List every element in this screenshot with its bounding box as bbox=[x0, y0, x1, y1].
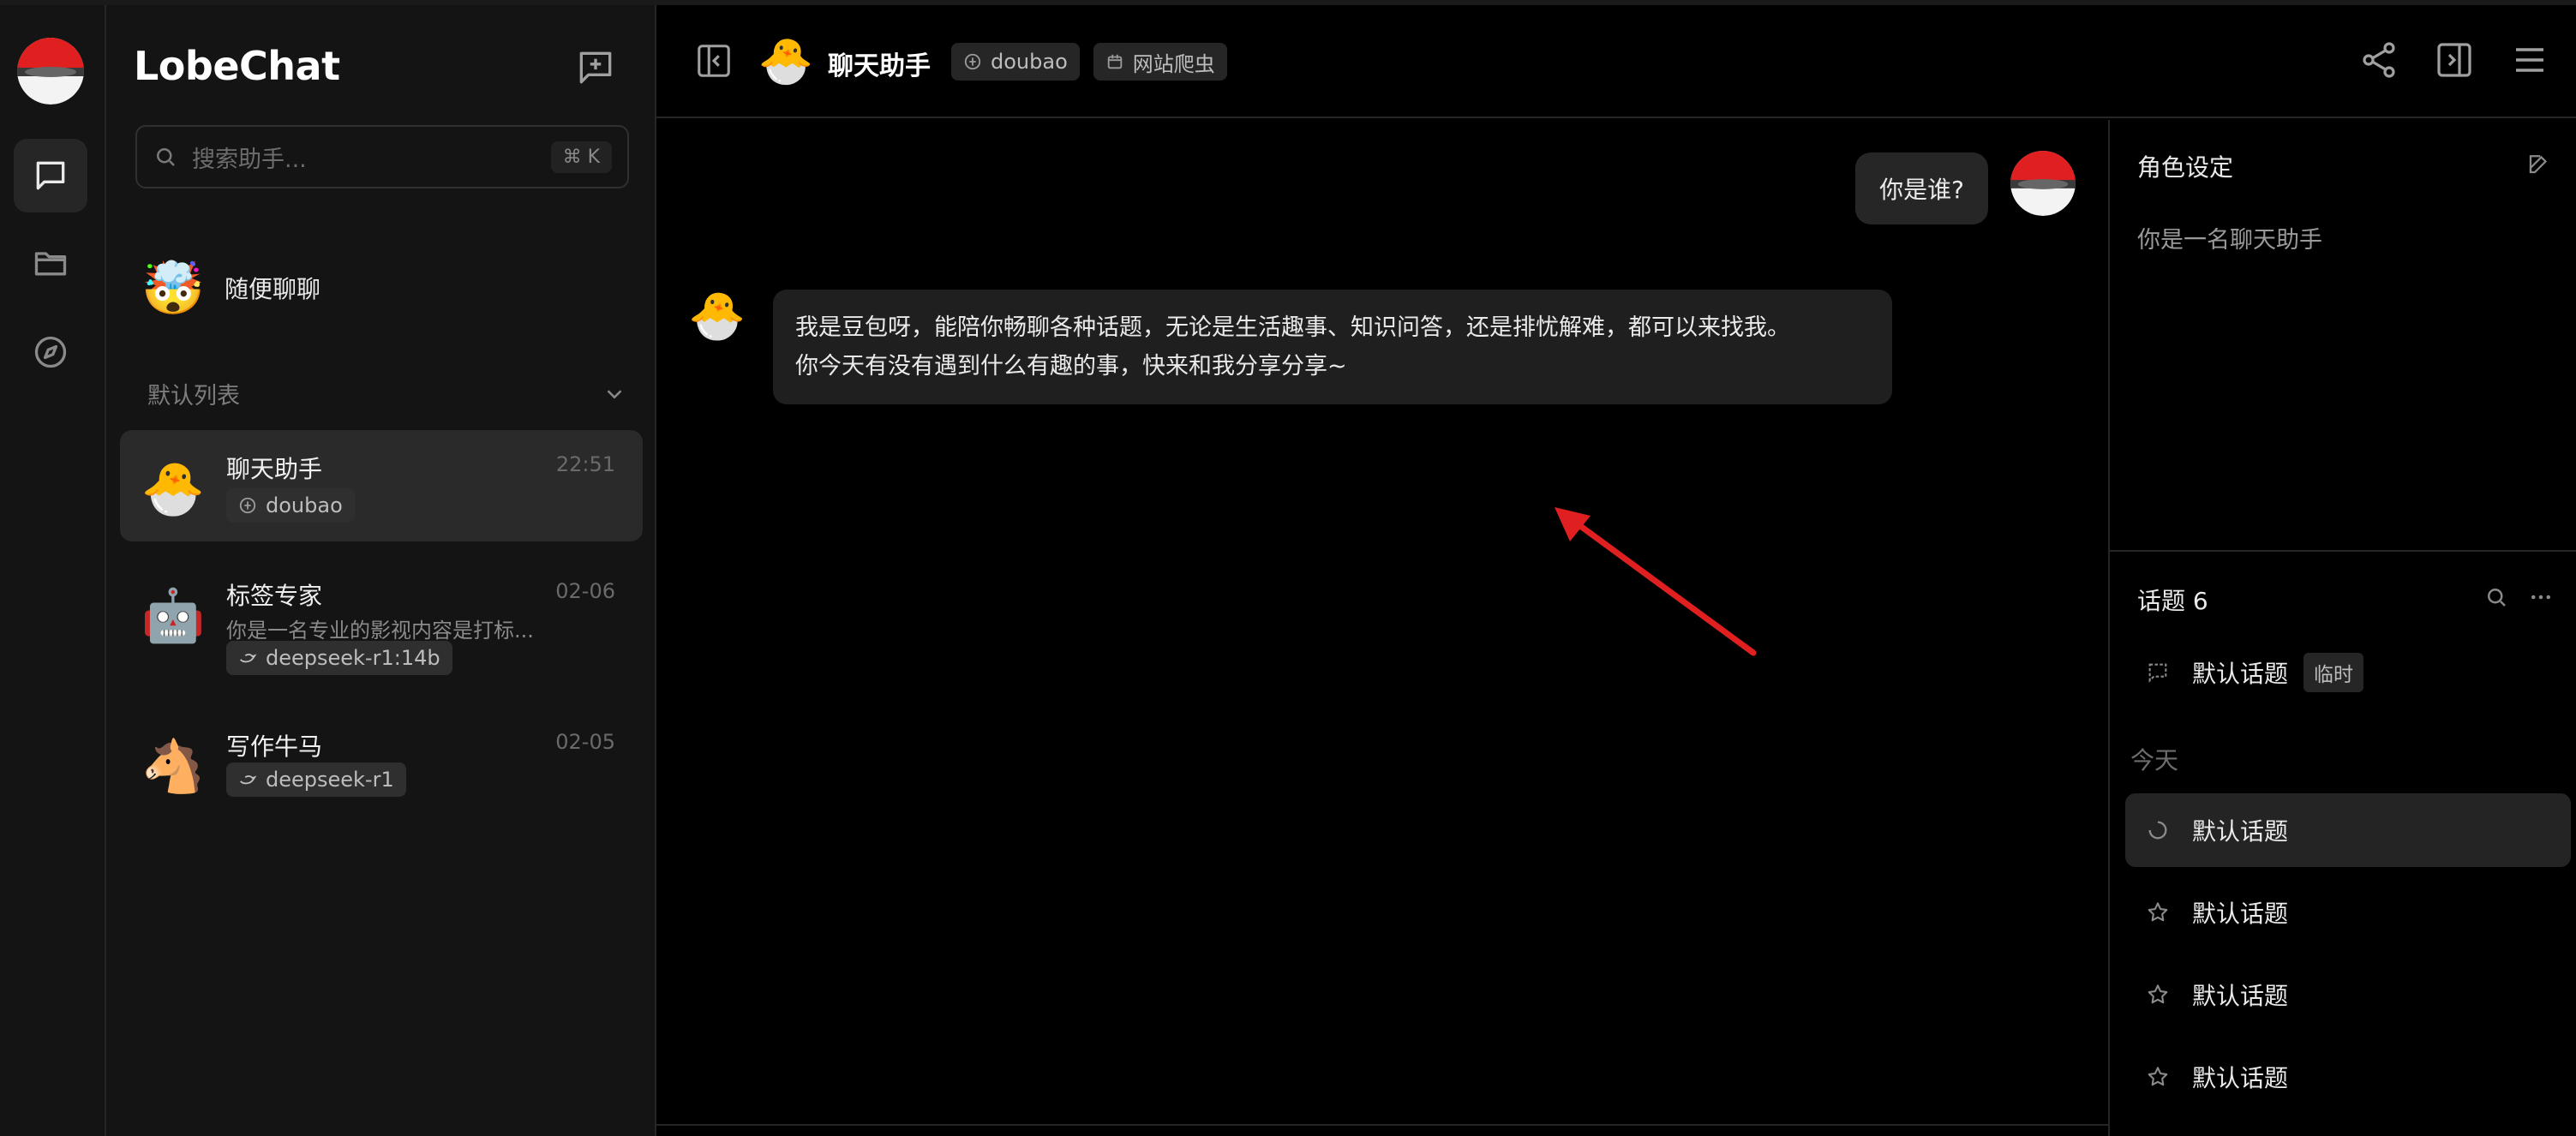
role-settings-text: 你是一名聊天助手 bbox=[2137, 227, 2322, 254]
more-icon[interactable] bbox=[2528, 584, 2554, 610]
panel-right-icon[interactable] bbox=[2434, 39, 2475, 81]
search-icon[interactable] bbox=[2483, 584, 2509, 610]
topic-item[interactable]: 默认话题 bbox=[2125, 958, 2571, 1031]
menu-icon[interactable] bbox=[2509, 39, 2550, 81]
whale-icon bbox=[240, 654, 257, 663]
panel-divider bbox=[2110, 550, 2576, 552]
session-time: 02-05 bbox=[555, 730, 615, 754]
default-list-header[interactable]: 默认列表 bbox=[147, 377, 627, 410]
assistant-search[interactable]: 搜索助手... ⌘ K bbox=[135, 125, 629, 188]
toggle-sidebar-button[interactable] bbox=[694, 41, 734, 81]
topic-label: 默认话题 bbox=[2192, 982, 2289, 1010]
star-icon[interactable] bbox=[2146, 983, 2170, 1007]
model-icon bbox=[964, 53, 981, 70]
topic-label: 默认话题 bbox=[2192, 817, 2289, 846]
chat-bubble-icon bbox=[36, 161, 65, 190]
whale-icon bbox=[240, 775, 257, 785]
quick-chat-avatar: 🤯 bbox=[141, 258, 206, 319]
session-item-tag-expert[interactable]: 🤖 标签专家 02-06 你是一名专业的影视内容是打标... deepseek-… bbox=[120, 557, 643, 675]
search-icon bbox=[157, 148, 175, 166]
model-tag-label: doubao bbox=[991, 50, 1068, 74]
quick-chat-item[interactable]: 🤯 随便聊聊 bbox=[141, 255, 321, 320]
topic-label: 默认话题 bbox=[2192, 660, 2289, 688]
files-nav-button[interactable] bbox=[14, 226, 87, 300]
loading-icon bbox=[2148, 821, 2167, 840]
new-chat-icon bbox=[579, 51, 612, 84]
assistant-message-line: 你今天有没有遇到什么有趣的事，快来和我分享分享~ bbox=[795, 353, 1347, 380]
session-description: 你是一名专业的影视内容是打标... bbox=[226, 619, 534, 643]
chat-messages: 你是谁? 🐣 我是豆包呀，能陪你畅聊各种话题，无论是生活趣事、知识问答，还是排忧… bbox=[656, 120, 2108, 1126]
chat-header: 🐣 聊天助手 doubao 网站爬虫 bbox=[656, 5, 2576, 118]
model-tag: doubao bbox=[226, 488, 355, 523]
model-tag: deepseek-r1:14b bbox=[226, 641, 452, 675]
model-tag-label: doubao bbox=[266, 493, 343, 517]
session-item-chat-assistant[interactable]: 🐣 聊天助手 22:51 doubao bbox=[120, 430, 643, 541]
topic-label: 默认话题 bbox=[2192, 900, 2289, 928]
topic-item[interactable]: 默认话题 bbox=[2125, 876, 2571, 949]
topic-item[interactable]: 默认话题 bbox=[2125, 1040, 2571, 1114]
today-label: 今天 bbox=[2130, 746, 2179, 774]
assistant-message-avatar[interactable]: 🐣 bbox=[688, 289, 746, 343]
chick-avatar: 🐣 bbox=[141, 458, 206, 519]
model-tag: deepseek-r1 bbox=[226, 762, 406, 797]
model-icon bbox=[239, 497, 256, 514]
discover-nav-button[interactable] bbox=[14, 315, 87, 389]
session-title: 写作牛马 bbox=[226, 732, 323, 761]
star-icon[interactable] bbox=[2146, 1065, 2170, 1089]
compass-icon bbox=[34, 336, 67, 368]
topic-item-default-temp[interactable]: 默认话题 临时 bbox=[2125, 636, 2571, 709]
user-avatar[interactable] bbox=[17, 38, 84, 105]
model-tag[interactable]: doubao bbox=[951, 43, 1080, 81]
user-message-avatar[interactable] bbox=[2010, 151, 2076, 216]
right-panel: 角色设定 你是一名聊天助手 话题 6 默认话题 临时 今天 默认话题 默认话题 … bbox=[2108, 120, 2576, 1136]
session-item-writing-horse[interactable]: 🐴 写作牛马 02-05 deepseek-r1 bbox=[120, 708, 643, 819]
model-tag-label: deepseek-r1 bbox=[266, 768, 394, 792]
lobechat-app: LobeChat 搜索助手... ⌘ K 🤯 随便聊聊 默认列表 🐣 聊天助手 … bbox=[0, 0, 2576, 1136]
star-icon[interactable] bbox=[2146, 900, 2170, 924]
app-logo-text: LobeChat bbox=[134, 43, 340, 89]
assistant-message-bubble: 我是豆包呀，能陪你畅聊各种话题，无论是生活趣事、知识问答，还是排忧解难，都可以来… bbox=[773, 290, 1892, 404]
chevron-down-icon bbox=[607, 389, 622, 399]
chat-nav-button[interactable] bbox=[14, 139, 87, 212]
search-placeholder: 搜索助手... bbox=[192, 146, 307, 173]
folder-icon bbox=[34, 252, 67, 276]
main-area: 🐣 聊天助手 doubao 网站爬虫 你是谁? 🐣 我是豆包呀，能陪你畅聊各种话… bbox=[656, 5, 2576, 1136]
session-title: 标签专家 bbox=[226, 582, 323, 610]
edit-icon[interactable] bbox=[2526, 151, 2552, 176]
plugin-tag-label: 网站爬虫 bbox=[1132, 51, 1215, 76]
quick-chat-label: 随便聊聊 bbox=[225, 275, 321, 303]
topic-item-active[interactable]: 默认话题 bbox=[2125, 793, 2571, 867]
dashed-chat-icon bbox=[2148, 663, 2167, 683]
session-time: 22:51 bbox=[555, 452, 615, 476]
robot-avatar: 🤖 bbox=[141, 585, 206, 646]
header-actions bbox=[2358, 39, 2550, 81]
assistant-avatar[interactable]: 🐣 bbox=[758, 34, 814, 87]
calendar-icon bbox=[1107, 54, 1123, 69]
topic-label: 默认话题 bbox=[2192, 1064, 2289, 1092]
panel-left-icon bbox=[698, 45, 730, 77]
share-icon[interactable] bbox=[2358, 39, 2399, 81]
nav-rail bbox=[0, 5, 106, 1136]
new-chat-button[interactable] bbox=[574, 46, 617, 89]
plugin-tag[interactable]: 网站爬虫 bbox=[1093, 43, 1227, 81]
assistant-message-line: 我是豆包呀，能陪你畅聊各种话题，无论是生活趣事、知识问答，还是排忧解难，都可以来… bbox=[795, 314, 1790, 341]
topics-title: 话题 6 bbox=[2137, 587, 2208, 615]
input-divider bbox=[656, 1124, 2108, 1126]
session-title: 聊天助手 bbox=[226, 455, 323, 483]
session-sidebar: LobeChat 搜索助手... ⌘ K 🤯 随便聊聊 默认列表 🐣 聊天助手 … bbox=[106, 5, 656, 1136]
topic-tools bbox=[2483, 584, 2554, 610]
model-tag-label: deepseek-r1:14b bbox=[266, 646, 440, 670]
search-shortcut: ⌘ K bbox=[550, 141, 612, 173]
role-settings-title: 角色设定 bbox=[2137, 153, 2234, 182]
red-arrow-annotation bbox=[1555, 507, 1757, 656]
header-tags: doubao 网站爬虫 bbox=[951, 43, 1227, 81]
assistant-title: 聊天助手 bbox=[828, 51, 931, 81]
session-time: 02-06 bbox=[555, 579, 615, 603]
temp-badge: 临时 bbox=[2303, 653, 2364, 692]
user-message-bubble: 你是谁? bbox=[1855, 152, 1988, 224]
horse-avatar: 🐴 bbox=[141, 736, 206, 797]
group-label: 默认列表 bbox=[147, 383, 240, 410]
